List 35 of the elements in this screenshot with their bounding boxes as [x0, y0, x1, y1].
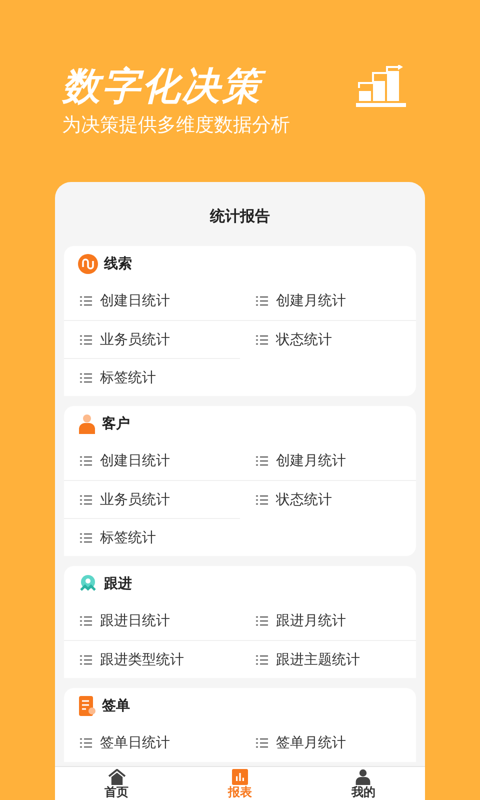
section-title: 签单 — [102, 697, 130, 715]
list-icon — [256, 616, 268, 626]
tab[interactable]: 首页 — [55, 767, 178, 800]
person-icon — [78, 414, 96, 434]
list-icon — [80, 372, 92, 382]
list-icon — [256, 334, 268, 344]
list-icon — [80, 456, 92, 466]
bar-chart-icon — [232, 769, 248, 785]
report-item[interactable]: 标签统计 — [64, 358, 240, 396]
section-title: 跟进 — [104, 575, 132, 593]
list-icon — [256, 456, 268, 466]
list-icon — [80, 494, 92, 504]
card-title: 统计报告 — [208, 206, 271, 227]
person-icon — [355, 769, 372, 785]
list-icon — [256, 738, 268, 748]
list-icon — [256, 494, 268, 504]
document-icon — [78, 696, 96, 716]
report-item[interactable]: 标签统计 — [64, 518, 240, 556]
tab[interactable]: 我的 — [302, 767, 425, 800]
list-icon — [80, 654, 92, 664]
hero-subtitle: 为决策提供多维度数据分析 — [62, 113, 291, 138]
growth-chart-icon — [356, 65, 406, 107]
section-title: 客户 — [102, 415, 130, 433]
section-title: 线索 — [104, 255, 132, 273]
list-icon — [80, 334, 92, 344]
list-icon — [80, 532, 92, 542]
home-icon — [108, 769, 126, 785]
list-icon — [256, 654, 268, 664]
list-icon — [80, 738, 92, 748]
list-icon — [80, 296, 92, 306]
link-icon — [78, 254, 98, 274]
list-icon — [80, 616, 92, 626]
report-item[interactable]: 跟进主题统计 — [240, 640, 416, 678]
report-item[interactable]: 跟进类型统计 — [64, 640, 240, 678]
list-icon — [256, 296, 268, 306]
